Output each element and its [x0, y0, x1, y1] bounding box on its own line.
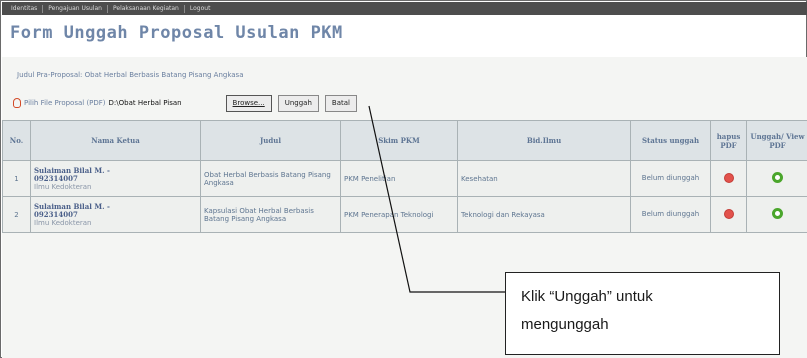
callout-line [368, 105, 505, 293]
callout-line-1: Klik “Unggah” untuk [521, 288, 653, 305]
callout-box: Klik “Unggah” untuk mengunggah [505, 272, 780, 355]
window-frame: Identitas Pengajuan Usulan Pelaksanaan K… [0, 0, 807, 358]
callout-line-2: mengunggah [521, 316, 609, 333]
